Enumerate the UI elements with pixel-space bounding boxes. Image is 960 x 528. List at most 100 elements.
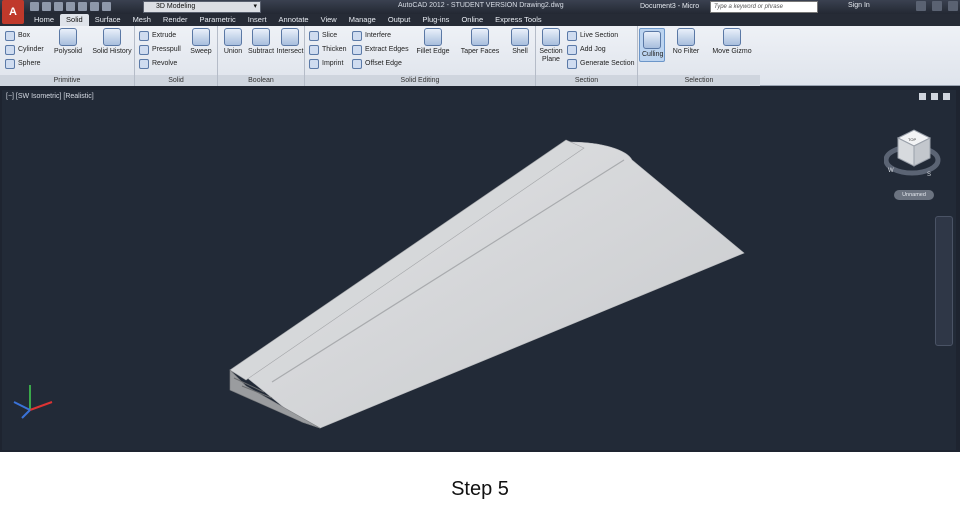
navigation-bar[interactable] bbox=[935, 216, 953, 346]
revolve-button[interactable]: Revolve bbox=[139, 58, 177, 69]
polysolid-button[interactable]: Polysolid bbox=[52, 28, 84, 56]
redo-icon[interactable] bbox=[102, 2, 111, 11]
move-gizmo-icon bbox=[723, 28, 741, 46]
ribbon: Box Cylinder Sphere Polysolid Solid Hist… bbox=[0, 26, 960, 86]
sign-in-link[interactable]: Sign In bbox=[848, 2, 870, 9]
ucs-menu[interactable]: Unnamed bbox=[894, 190, 934, 200]
no-filter-button[interactable]: No Filter bbox=[670, 28, 702, 56]
panel-primitive: Box Cylinder Sphere Polysolid Solid Hist… bbox=[0, 26, 135, 86]
open-icon[interactable] bbox=[42, 2, 51, 11]
box-icon bbox=[5, 30, 15, 41]
window-title: AutoCAD 2012 - STUDENT VERSION Drawing2.… bbox=[398, 2, 564, 9]
viewcube-face-label: TOP bbox=[908, 137, 916, 142]
tab-plugins[interactable]: Plug-ins bbox=[416, 14, 455, 26]
panel-section: Section Plane Live Section Add Jog Gener… bbox=[536, 26, 638, 86]
extract-edges-button[interactable]: Extract Edges bbox=[352, 44, 409, 55]
subtract-button[interactable]: Subtract bbox=[246, 28, 276, 56]
compass-s-label: S bbox=[927, 172, 931, 178]
workspace-dropdown[interactable]: 3D Modeling bbox=[143, 1, 261, 13]
tab-view[interactable]: View bbox=[315, 14, 343, 26]
document-tab[interactable]: Document3 - Micro bbox=[640, 3, 699, 10]
section-plane-button[interactable]: Section Plane bbox=[538, 28, 564, 64]
close-icon[interactable] bbox=[948, 1, 958, 11]
panel-title-solid-editing[interactable]: Solid Editing bbox=[305, 75, 535, 86]
solid-history-icon bbox=[103, 28, 121, 46]
imprint-button[interactable]: Imprint bbox=[309, 58, 343, 69]
panel-title-boolean: Boolean bbox=[218, 75, 304, 86]
taper-faces-icon bbox=[471, 28, 489, 46]
taper-faces-button[interactable]: Taper Faces bbox=[459, 28, 501, 56]
tab-parametric[interactable]: Parametric bbox=[194, 14, 242, 26]
window-controls bbox=[916, 1, 958, 11]
wing-top-surface bbox=[239, 141, 745, 429]
box-button[interactable]: Box bbox=[5, 30, 30, 41]
tab-online[interactable]: Online bbox=[455, 14, 489, 26]
imprint-icon bbox=[309, 58, 319, 69]
sweep-button[interactable]: Sweep bbox=[187, 28, 215, 56]
tab-solid[interactable]: Solid bbox=[60, 14, 89, 26]
tab-express-tools[interactable]: Express Tools bbox=[489, 14, 548, 26]
cylinder-icon bbox=[5, 44, 15, 55]
live-section-icon bbox=[567, 30, 577, 41]
offset-edge-button[interactable]: Offset Edge bbox=[352, 58, 402, 69]
union-icon bbox=[224, 28, 242, 46]
wing-model bbox=[229, 139, 745, 429]
panel-title-solid: Solid bbox=[135, 75, 217, 86]
viewcube[interactable]: TOP W S bbox=[884, 126, 944, 196]
union-button[interactable]: Union bbox=[220, 28, 246, 56]
tab-manage[interactable]: Manage bbox=[343, 14, 382, 26]
no-filter-icon bbox=[677, 28, 695, 46]
solid-history-button[interactable]: Solid History bbox=[90, 28, 134, 56]
tab-surface[interactable]: Surface bbox=[89, 14, 127, 26]
generate-section-button[interactable]: Generate Section bbox=[567, 58, 634, 69]
extrude-icon bbox=[139, 30, 149, 41]
sphere-button[interactable]: Sphere bbox=[5, 58, 41, 69]
minimize-icon[interactable] bbox=[916, 1, 926, 11]
interfere-button[interactable]: Interfere bbox=[352, 30, 391, 41]
panel-title-primitive[interactable]: Primitive bbox=[0, 75, 134, 86]
presspull-button[interactable]: Presspull bbox=[139, 44, 181, 55]
sweep-icon bbox=[192, 28, 210, 46]
shell-icon bbox=[511, 28, 529, 46]
tab-output[interactable]: Output bbox=[382, 14, 417, 26]
move-gizmo-button[interactable]: Move Gizmo bbox=[710, 28, 754, 56]
maximize-icon[interactable] bbox=[932, 1, 942, 11]
search-input[interactable]: Type a keyword or phrase bbox=[710, 1, 818, 13]
culling-button[interactable]: Culling bbox=[639, 28, 665, 62]
panel-title-selection: Selection bbox=[638, 75, 760, 86]
save-as-icon[interactable] bbox=[66, 2, 75, 11]
extrude-button[interactable]: Extrude bbox=[139, 30, 176, 41]
subtract-icon bbox=[252, 28, 270, 46]
add-jog-icon bbox=[567, 44, 577, 55]
section-plane-icon bbox=[542, 28, 560, 46]
slice-button[interactable]: Slice bbox=[309, 30, 337, 41]
intersect-button[interactable]: Intersect bbox=[276, 28, 304, 56]
tab-insert[interactable]: Insert bbox=[242, 14, 273, 26]
fillet-edge-icon bbox=[424, 28, 442, 46]
autocad-window: A 3D Modeling AutoCAD 2012 - STUDENT VER… bbox=[0, 0, 960, 452]
intersect-icon bbox=[281, 28, 299, 46]
cylinder-button[interactable]: Cylinder bbox=[5, 44, 44, 55]
panel-title-section[interactable]: Section bbox=[536, 75, 637, 86]
caption: Step 5 bbox=[451, 478, 509, 500]
shell-button[interactable]: Shell bbox=[507, 28, 533, 56]
fillet-edge-button[interactable]: Fillet Edge bbox=[413, 28, 453, 56]
plot-icon[interactable] bbox=[78, 2, 87, 11]
drawing-viewport[interactable]: [−] [SW Isometric] [Realistic] TOP W S U… bbox=[2, 90, 956, 450]
tab-annotate[interactable]: Annotate bbox=[273, 14, 315, 26]
add-jog-button[interactable]: Add Jog bbox=[567, 44, 606, 55]
panel-boolean: Union Subtract Intersect Boolean bbox=[218, 26, 305, 86]
generate-section-icon bbox=[567, 58, 577, 69]
tab-render[interactable]: Render bbox=[157, 14, 194, 26]
live-section-button[interactable]: Live Section bbox=[567, 30, 618, 41]
tab-home[interactable]: Home bbox=[28, 14, 60, 26]
thicken-button[interactable]: Thicken bbox=[309, 44, 347, 55]
app-logo[interactable]: A bbox=[2, 0, 24, 24]
culling-icon bbox=[643, 31, 661, 49]
undo-icon[interactable] bbox=[90, 2, 99, 11]
slice-icon bbox=[309, 30, 319, 41]
save-icon[interactable] bbox=[54, 2, 63, 11]
new-icon[interactable] bbox=[30, 2, 39, 11]
tab-mesh[interactable]: Mesh bbox=[127, 14, 157, 26]
title-bar: A 3D Modeling AutoCAD 2012 - STUDENT VER… bbox=[0, 0, 960, 24]
